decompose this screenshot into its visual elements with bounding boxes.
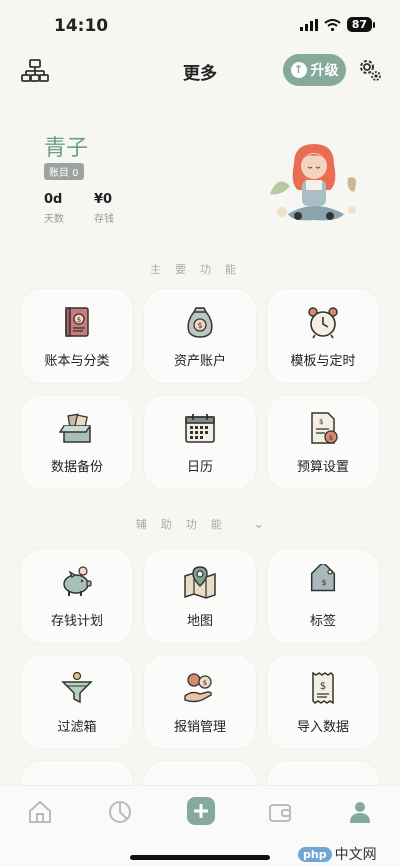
savings-plan-card[interactable]: 存钱计划 (20, 548, 134, 644)
budget-settings-card[interactable]: $ $ 预算设置 (266, 394, 380, 490)
home-indicator (130, 855, 270, 860)
calendar-card[interactable]: 日历 (143, 394, 257, 490)
status-time: 14:10 (54, 16, 109, 36)
card-label: 存钱计划 (50, 613, 103, 629)
stat-savings: ¥0 存钱 (94, 192, 114, 225)
budget-document-icon: $ $ (311, 411, 338, 444)
status-icons: 87 (299, 17, 376, 32)
stat-days-value: 0d (44, 192, 63, 207)
reimbursement-card[interactable]: $ 报销管理 (143, 654, 257, 750)
svg-text:$: $ (329, 434, 333, 442)
card-label: 数据备份 (50, 459, 103, 475)
ledger-categories-card[interactable]: $ 账本与分类 (20, 288, 134, 384)
stat-savings-value: ¥0 (94, 192, 113, 207)
svg-text:$: $ (197, 321, 202, 330)
battery-indicator: 87 (346, 17, 376, 32)
records-badge: 账目 0 (44, 163, 84, 180)
profile-section[interactable]: 青子 账目 0 0d 天数 ¥0 存钱 (0, 130, 400, 240)
receipt-import-icon: $ (312, 671, 334, 704)
data-backup-card[interactable]: 数据备份 (20, 394, 134, 490)
card-label: 报销管理 (173, 719, 226, 735)
nav-bar: 更多 ↑ 升级 (0, 52, 400, 90)
card-label: 地图 (186, 613, 213, 629)
aux-section-title: 辅助功能 (135, 518, 236, 531)
svg-text:$: $ (203, 679, 207, 687)
svg-text:$: $ (319, 418, 323, 426)
money-bag-icon: $ (187, 306, 213, 338)
main-section-title: 主要功能 (150, 263, 250, 276)
stat-days-label: 天数 (44, 214, 64, 225)
wallet-tab-icon[interactable] (266, 798, 294, 826)
filter-funnel-icon (61, 671, 93, 703)
status-bar: 14:10 87 (0, 0, 400, 48)
calendar-icon (185, 413, 215, 443)
watermark-logo: php (298, 846, 332, 862)
map-icon (184, 565, 216, 599)
card-label: 账本与分类 (44, 353, 110, 369)
profile-tab-icon[interactable] (346, 798, 374, 826)
wifi-icon (324, 18, 341, 31)
svg-text:$: $ (77, 316, 81, 324)
aux-section-header[interactable]: 辅助功能 ⌄ (0, 516, 400, 532)
svg-text:$: $ (321, 578, 326, 587)
home-tab-icon[interactable] (26, 798, 54, 826)
price-tag-icon: $ (310, 563, 336, 591)
card-label: 资产账户 (173, 353, 226, 369)
svg-text:$: $ (320, 681, 326, 692)
alarm-clock-icon (308, 306, 338, 338)
upgrade-button[interactable]: ↑ 升级 (283, 54, 346, 86)
tags-card[interactable]: $ 标签 (266, 548, 380, 644)
backup-box-icon (59, 412, 91, 443)
signal-icon (299, 18, 318, 31)
reimbursement-hand-icon: $ (184, 672, 212, 702)
templates-schedule-card[interactable]: 模板与定时 (266, 288, 380, 384)
settings-gear-icon[interactable] (356, 56, 384, 84)
asset-accounts-card[interactable]: $ 资产账户 (143, 288, 257, 384)
card-label: 预算设置 (296, 459, 349, 475)
card-label: 过滤箱 (57, 719, 97, 735)
user-name: 青子 (44, 136, 89, 161)
avatar[interactable] (268, 134, 364, 230)
stat-savings-label: 存钱 (94, 214, 114, 225)
chart-tab-icon[interactable] (106, 798, 134, 826)
piggy-bank-icon (63, 565, 92, 596)
import-data-card[interactable]: $ 导入数据 (266, 654, 380, 750)
watermark: php 中文网 (298, 844, 377, 864)
card-label: 导入数据 (296, 719, 349, 735)
chevron-down-icon[interactable]: ⌄ (253, 517, 264, 532)
add-tab-icon[interactable] (186, 796, 216, 826)
card-label: 模板与定时 (290, 353, 356, 369)
filter-box-card[interactable]: 过滤箱 (20, 654, 134, 750)
watermark-text: 中文网 (334, 847, 377, 863)
main-functions-grid: $ 账本与分类 $ 资产账户 模板与定时 数据备份 日历 $ $ 预算设置 (20, 288, 380, 490)
card-label: 日历 (186, 459, 213, 475)
map-card[interactable]: 地图 (143, 548, 257, 644)
arrow-up-icon: ↑ (290, 62, 307, 78)
card-label: 标签 (309, 613, 336, 629)
ledger-book-icon: $ (65, 306, 89, 337)
stat-days: 0d 天数 (44, 192, 64, 225)
upgrade-label: 升级 (310, 63, 339, 79)
